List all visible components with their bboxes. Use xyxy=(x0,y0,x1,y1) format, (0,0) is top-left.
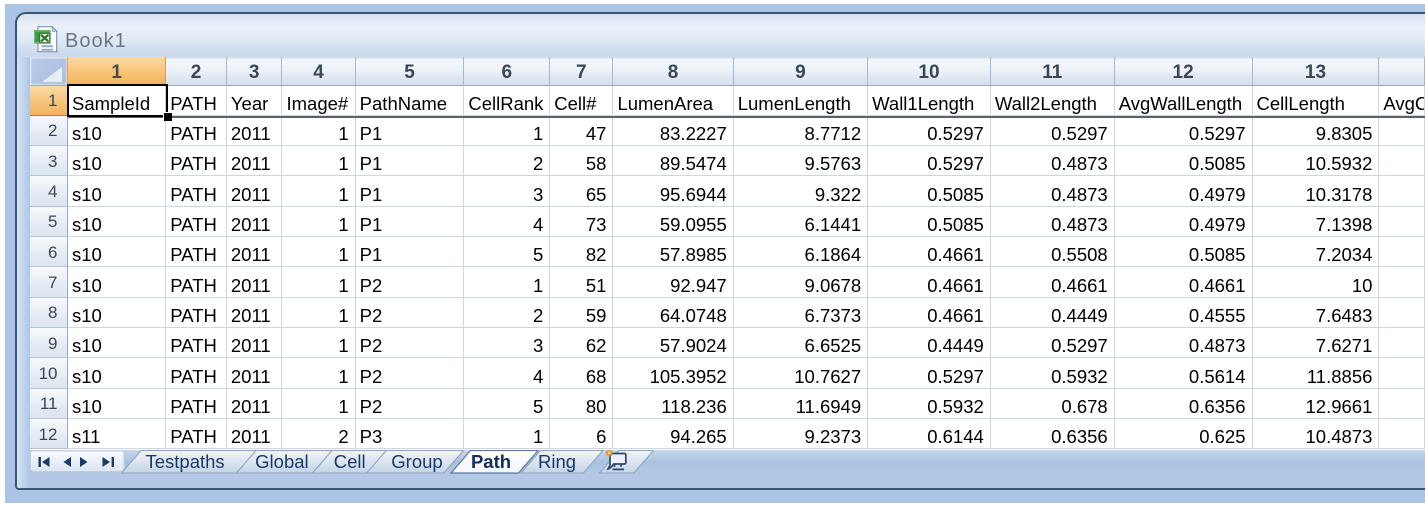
svg-text:Cell: Cell xyxy=(334,451,366,472)
svg-text:Group: Group xyxy=(391,451,442,472)
svg-text:Path: Path xyxy=(471,451,511,472)
svg-text:Ring: Ring xyxy=(538,451,576,472)
svg-text:Global: Global xyxy=(255,451,308,472)
svg-text:Testpaths: Testpaths xyxy=(146,451,225,472)
